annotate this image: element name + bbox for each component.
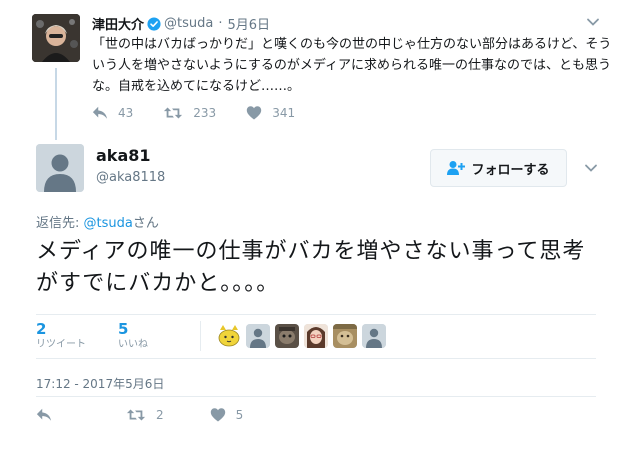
heart-icon xyxy=(246,106,262,120)
parent-author-handle[interactable]: @tsuda xyxy=(164,16,213,31)
likes-stat[interactable]: 5 いいね xyxy=(118,320,200,352)
likes-label: いいね xyxy=(118,339,148,350)
follow-user-plus-icon xyxy=(447,161,466,175)
chevron-down-icon[interactable] xyxy=(584,160,598,174)
parent-reply-count: 43 xyxy=(118,106,134,120)
parent-like-button[interactable]: 341 xyxy=(246,105,295,121)
tweet-timestamp[interactable]: 17:12 - 2017年5月6日 xyxy=(36,375,164,392)
parent-author-name[interactable]: 津田大介 xyxy=(92,14,144,33)
parent-tweet-date[interactable]: 5月6日 xyxy=(227,14,270,33)
main-like-button[interactable]: 5 xyxy=(210,407,244,423)
main-tweet-text: メディアの唯一の仕事がバカを増やさない事って思考がすでにバカかと。。。。 xyxy=(36,239,586,296)
tweet-stats: 2 リツイート 5 いいね xyxy=(36,318,391,354)
retweets-label: リツイート xyxy=(36,339,86,350)
follow-button[interactable]: フォローする xyxy=(430,149,567,187)
main-reply-button[interactable] xyxy=(36,407,62,423)
liker-avatar[interactable] xyxy=(362,324,386,348)
replying-to-mention[interactable]: @tsuda xyxy=(84,216,133,231)
follow-button-label: フォローする xyxy=(471,161,550,177)
retweets-stat[interactable]: 2 リツイート xyxy=(36,320,118,352)
retweets-number: 2 xyxy=(36,320,47,338)
main-like-count: 5 xyxy=(235,408,244,422)
parent-tweet-header: 津田大介 @tsuda · 5月6日 xyxy=(92,14,270,33)
parent-retweet-count: 233 xyxy=(193,106,217,120)
thread-connector-line xyxy=(55,68,57,140)
replying-to-prefix: 返信先: xyxy=(36,216,84,231)
main-author-name[interactable]: aka81 xyxy=(96,146,151,165)
stats-separator xyxy=(200,321,201,351)
replying-to: 返信先: @tsudaさん xyxy=(36,212,159,231)
liker-avatar[interactable] xyxy=(246,324,270,348)
main-tweet-actions: 2 5 xyxy=(36,406,277,424)
parent-reply-button[interactable]: 43 xyxy=(92,105,133,121)
heart-icon xyxy=(210,408,225,422)
stats-bottom-divider xyxy=(36,358,596,359)
main-retweet-button[interactable]: 2 xyxy=(126,407,164,423)
parent-tweet-actions: 43 233 341 xyxy=(92,104,325,122)
retweet-icon xyxy=(126,409,146,421)
actions-top-divider xyxy=(36,396,596,397)
retweet-icon xyxy=(164,107,183,119)
reply-icon xyxy=(36,408,52,421)
liker-avatar[interactable] xyxy=(304,324,328,348)
chevron-down-icon[interactable] xyxy=(586,14,600,28)
parent-retweet-button[interactable]: 233 xyxy=(163,105,216,121)
main-author-handle[interactable]: @aka8118 xyxy=(96,170,165,185)
replying-to-suffix: さん xyxy=(132,216,159,231)
reply-icon xyxy=(92,106,108,119)
header-separator: · xyxy=(218,15,223,31)
liker-avatars xyxy=(217,324,391,348)
main-avatar[interactable] xyxy=(36,144,84,192)
parent-tweet[interactable]: 津田大介 @tsuda · 5月6日 「世の中はバカばっかりだ」と嘆くのも今の世… xyxy=(0,0,632,140)
stats-top-divider xyxy=(36,314,596,315)
liker-avatar[interactable] xyxy=(275,324,299,348)
main-retweet-count: 2 xyxy=(156,408,164,422)
liker-avatar[interactable] xyxy=(217,324,241,348)
verified-badge-icon xyxy=(147,16,161,31)
parent-avatar[interactable] xyxy=(32,14,80,62)
parent-tweet-text: 「世の中はバカばっかりだ」と嘆くのも今の世の中じゃ仕方のない部分はあるけど、そう… xyxy=(92,37,612,94)
liker-avatar[interactable] xyxy=(333,324,357,348)
likes-number: 5 xyxy=(118,320,129,338)
parent-like-count: 341 xyxy=(272,106,296,120)
